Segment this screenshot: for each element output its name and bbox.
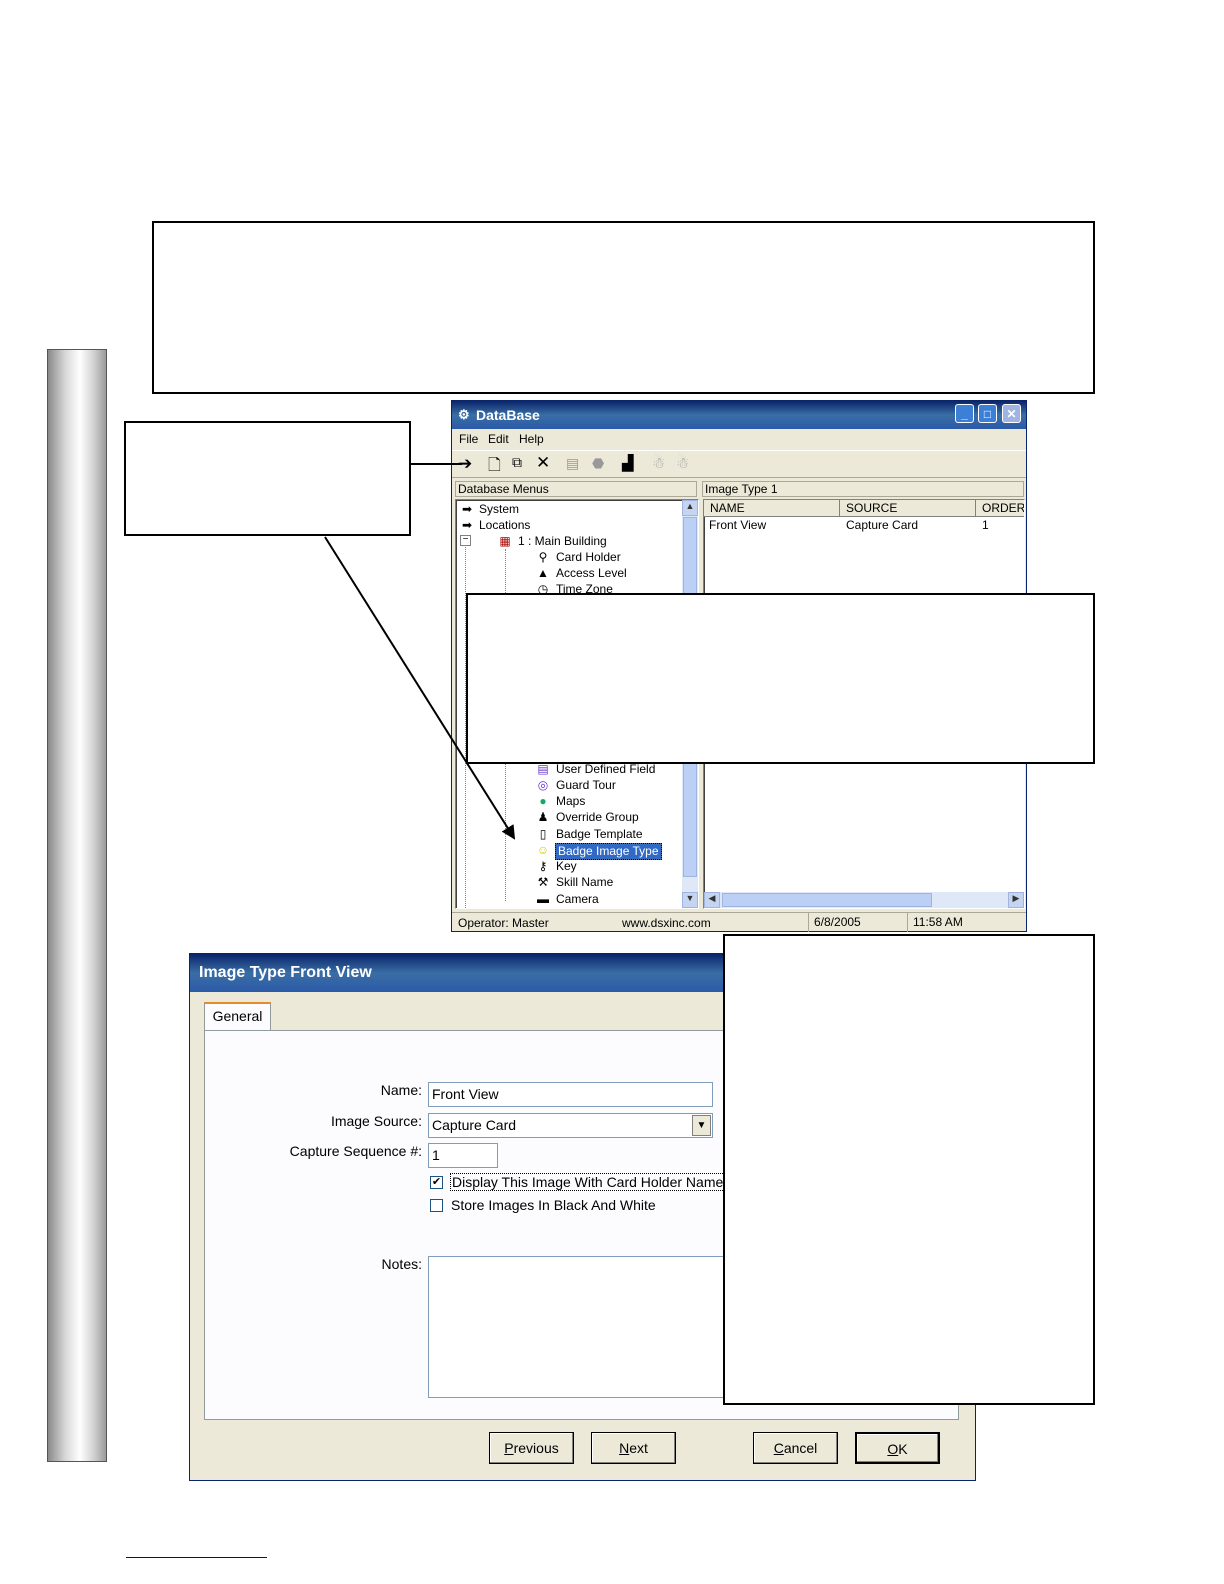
person-filter-icon[interactable]: ☃	[676, 454, 689, 472]
cell-order: 1	[982, 518, 989, 532]
column-header-name[interactable]: NAME	[704, 500, 840, 517]
print-icon[interactable]: ▤	[566, 455, 579, 472]
maximize-icon[interactable]: □	[978, 404, 997, 423]
tree-item-user-defined-field[interactable]: User Defined Field	[556, 762, 655, 777]
tree-item-skill-name[interactable]: Skill Name	[556, 875, 613, 890]
tree-item-locations[interactable]: Locations	[479, 518, 530, 533]
ok-button-label: K	[898, 1441, 908, 1457]
right-panel-label: Image Type 1	[702, 481, 1024, 497]
database-titlebar: ⚙ DataBase _ □ ✕	[452, 401, 1026, 429]
tree-item-access-level[interactable]: Access Level	[556, 566, 627, 581]
ok-button[interactable]: OK	[855, 1432, 940, 1464]
top-callout-box	[152, 221, 1095, 394]
tree-item-badge-image-type[interactable]: Badge Image Type	[555, 843, 662, 860]
scroll-up-icon[interactable]: ▲	[682, 500, 698, 516]
image-source-label: Image Source:	[330, 1113, 422, 1129]
status-date: 6/8/2005	[808, 913, 861, 932]
list-h-scrollbar[interactable]: ◀ ▶	[704, 892, 1024, 908]
badge-icon: ▯	[539, 827, 547, 841]
scroll-down-icon[interactable]: ▼	[682, 892, 698, 908]
tree-item-system[interactable]: System	[479, 502, 519, 517]
chevron-down-icon[interactable]: ▼	[692, 1115, 711, 1136]
key-icon: ⚷	[538, 859, 548, 873]
previous-button[interactable]: Previous	[489, 1432, 574, 1464]
tree-item-guard-tour[interactable]: Guard Tour	[556, 778, 616, 793]
status-time: 11:58 AM	[907, 913, 963, 932]
status-bar: Operator: Master www.dsxinc.com 6/8/2005…	[452, 912, 1026, 932]
status-website: www.dsxinc.com	[622, 916, 711, 930]
display-with-name-label[interactable]: Display This Image With Card Holder Name	[450, 1173, 726, 1191]
left-callout-box	[124, 421, 411, 536]
notes-label: Notes:	[381, 1256, 422, 1272]
close-icon[interactable]: ✕	[1002, 404, 1021, 423]
form-icon: ▤	[537, 762, 549, 776]
toolbar: ➔ 🗋 ⧉ ✕ ▤ ⬣ ▟ ☃ ☃	[452, 450, 1026, 478]
cancel-button-label: ancel	[783, 1440, 818, 1456]
menu-help[interactable]: Help	[519, 432, 544, 446]
arrow-right-icon: ➡	[461, 502, 473, 516]
tree-item-card-holder[interactable]: Card Holder	[556, 550, 621, 565]
camera-icon: ▬	[537, 892, 549, 906]
previous-button-label: revious	[513, 1440, 559, 1456]
status-operator: Operator: Master	[458, 916, 549, 930]
table-row[interactable]: Front View Capture Card 1	[704, 518, 1024, 533]
scroll-right-icon[interactable]: ▶	[1008, 892, 1024, 908]
menu-bar: File Edit Help	[452, 429, 1026, 449]
person-icon: ⚲	[538, 550, 548, 564]
cancel-button[interactable]: Cancel	[753, 1432, 838, 1464]
report-icon[interactable]: ▟	[622, 454, 634, 472]
tree-item-override-group[interactable]: Override Group	[556, 810, 639, 825]
tab-general[interactable]: General	[204, 1002, 271, 1030]
list-scroll-thumb[interactable]	[722, 893, 932, 907]
cell-source: Capture Card	[846, 518, 919, 532]
minimize-icon[interactable]: _	[955, 404, 974, 423]
delete-icon[interactable]: ✕	[536, 453, 550, 473]
cell-name: Front View	[709, 518, 767, 532]
new-icon[interactable]: 🗋	[488, 454, 501, 481]
group-icon: ♟	[537, 810, 549, 824]
tree-item-badge-template[interactable]: Badge Template	[556, 827, 643, 842]
menu-file[interactable]: File	[459, 432, 478, 446]
image-source-select[interactable]: Capture Card ▼	[428, 1113, 713, 1138]
person-find-icon[interactable]: ☃	[652, 454, 665, 472]
menu-edit[interactable]: Edit	[488, 432, 509, 446]
column-header-source[interactable]: SOURCE	[840, 500, 976, 517]
smiley-icon: ☺	[536, 843, 550, 857]
image-source-value: Capture Card	[432, 1117, 517, 1133]
tree-item-key[interactable]: Key	[556, 859, 577, 874]
capture-sequence-label: Capture Sequence #:	[289, 1143, 422, 1159]
capture-sequence-field[interactable]: 1	[428, 1143, 498, 1168]
footer-link-underline	[126, 1557, 267, 1558]
column-header-order[interactable]: ORDER	[976, 500, 1024, 517]
name-field[interactable]: Front View	[428, 1082, 713, 1107]
pyramid-icon: ▲	[537, 566, 549, 580]
name-label: Name:	[380, 1082, 422, 1098]
stop-icon[interactable]: ⬣	[592, 455, 604, 472]
arrow-right-icon: ➡	[461, 518, 473, 532]
tool-icon: ⚒	[537, 875, 549, 889]
dialog-title: Image Type Front View	[199, 964, 372, 981]
notes-textarea[interactable]	[428, 1256, 728, 1398]
tree-item-maps[interactable]: Maps	[556, 794, 585, 809]
scroll-left-icon[interactable]: ◀	[704, 892, 720, 908]
database-title: DataBase	[476, 407, 540, 423]
building-icon: ▦	[499, 534, 511, 548]
next-button[interactable]: Next	[591, 1432, 676, 1464]
left-panel-label: Database Menus	[455, 481, 697, 497]
right-callout-box	[723, 934, 1095, 1405]
display-with-name-checkbox[interactable]: ✔	[430, 1176, 443, 1189]
collapse-icon[interactable]: −	[460, 535, 471, 546]
side-gradient-bar	[47, 349, 107, 1462]
next-button-label: ext	[629, 1440, 648, 1456]
copy-icon[interactable]: ⧉	[512, 454, 522, 471]
middle-callout-box	[466, 593, 1095, 764]
app-icon: ⚙	[458, 407, 470, 422]
tree-item-camera[interactable]: Camera	[556, 892, 599, 907]
tour-icon: ◎	[537, 778, 549, 792]
globe-icon: ●	[539, 794, 547, 808]
fly-icon[interactable]: ➔	[458, 454, 472, 474]
store-bw-checkbox[interactable]	[430, 1199, 443, 1212]
tree-item-main-building[interactable]: 1 : Main Building	[518, 534, 607, 549]
store-bw-label[interactable]: Store Images In Black And White	[451, 1197, 656, 1213]
